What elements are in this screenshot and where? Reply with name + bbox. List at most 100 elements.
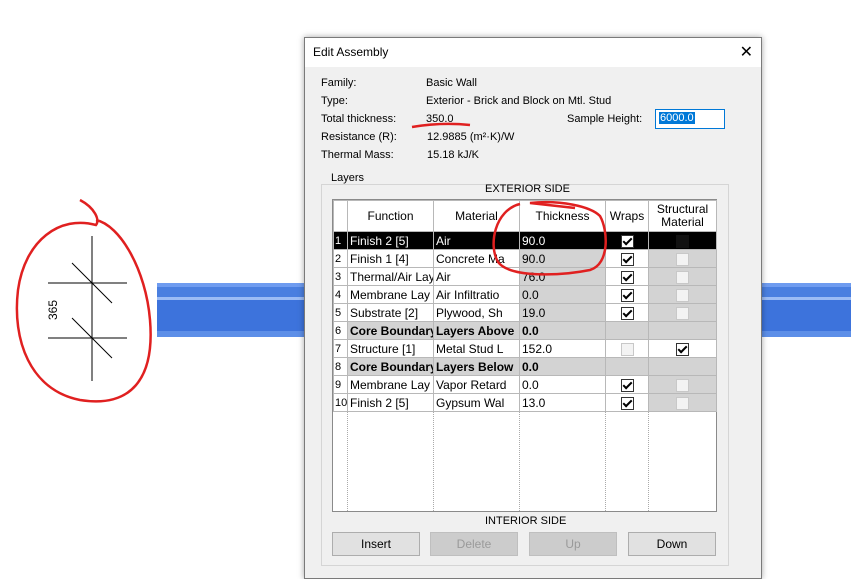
material-cell[interactable]: Gypsum Wal [433, 393, 520, 412]
thickness-cell[interactable]: 19.0 [519, 303, 606, 322]
structural-checkbox[interactable] [676, 396, 689, 410]
thickness-cell[interactable]: 152.0 [519, 339, 606, 358]
interior-side-label: INTERIOR SIDE [485, 515, 567, 527]
thickness-cell[interactable]: 90.0 [519, 231, 606, 250]
material-cell[interactable]: Plywood, Sh [433, 303, 520, 322]
wraps-checkbox-checked[interactable] [620, 270, 634, 284]
col-structural-header[interactable]: Structural Material [648, 200, 717, 232]
wraps-checkbox-checked[interactable] [620, 378, 634, 392]
col-function-header[interactable]: Function [347, 200, 434, 232]
material-cell[interactable]: Air Infiltratio [433, 285, 520, 304]
total-thickness-label: Total thickness: [321, 113, 397, 125]
function-cell[interactable]: Finish 2 [5] [347, 231, 434, 250]
wraps-cell[interactable] [605, 303, 649, 322]
table-row[interactable]: 10 Finish 2 [5] Gypsum Wal 13.0 [333, 393, 717, 412]
structural-checkbox[interactable] [676, 234, 689, 248]
structural-checkbox-checked[interactable] [676, 342, 689, 356]
thickness-cell[interactable]: 0.0 [519, 321, 606, 340]
structural-checkbox[interactable] [676, 306, 689, 320]
structural-cell[interactable] [648, 339, 717, 358]
table-row[interactable]: 1 Finish 2 [5] Air 90.0 [333, 231, 717, 250]
col-material-header[interactable]: Material [433, 200, 520, 232]
function-cell[interactable]: Thermal/Air Lay [347, 267, 434, 286]
close-icon[interactable]: ✕ [740, 42, 753, 62]
structural-cell[interactable] [648, 393, 717, 412]
resistance-value: 12.9885 (m²·K)/W [427, 131, 515, 143]
wraps-cell[interactable] [605, 339, 649, 358]
function-cell[interactable]: Core Boundary [347, 357, 434, 376]
wraps-checkbox-checked[interactable] [620, 234, 634, 248]
thickness-cell[interactable]: 0.0 [519, 285, 606, 304]
col-thickness-header[interactable]: Thickness [519, 200, 606, 232]
table-row[interactable]: 6 Core Boundary Layers Above 0.0 [333, 321, 717, 340]
structural-cell[interactable] [648, 285, 717, 304]
row-number: 10 [333, 393, 348, 412]
function-cell[interactable]: Membrane Lay [347, 285, 434, 304]
layers-table[interactable]: Function Material Thickness Wraps Struct… [332, 199, 717, 512]
structural-cell[interactable] [648, 357, 717, 376]
wraps-cell[interactable] [605, 357, 649, 376]
row-number: 6 [333, 321, 348, 340]
material-cell[interactable]: Vapor Retard [433, 375, 520, 394]
insert-button[interactable]: Insert [332, 532, 420, 556]
thickness-cell[interactable]: 13.0 [519, 393, 606, 412]
structural-checkbox[interactable] [676, 270, 689, 284]
wraps-checkbox-checked[interactable] [620, 306, 634, 320]
wraps-cell[interactable] [605, 375, 649, 394]
wraps-cell[interactable] [605, 393, 649, 412]
col-wraps-header[interactable]: Wraps [605, 200, 649, 232]
table-row[interactable]: 4 Membrane Lay Air Infiltratio 0.0 [333, 285, 717, 304]
type-value: Exterior - Brick and Block on Mtl. Stud [426, 95, 612, 107]
wraps-checkbox[interactable] [620, 342, 634, 356]
up-button[interactable]: Up [529, 532, 617, 556]
thickness-cell[interactable]: 0.0 [519, 357, 606, 376]
type-label: Type: [321, 95, 348, 107]
table-row[interactable]: 7 Structure [1] Metal Stud L 152.0 [333, 339, 717, 358]
wraps-checkbox-checked[interactable] [620, 396, 634, 410]
function-cell[interactable]: Core Boundary [347, 321, 434, 340]
material-cell[interactable]: Layers Above [433, 321, 520, 340]
structural-cell[interactable] [648, 321, 717, 340]
function-cell[interactable]: Structure [1] [347, 339, 434, 358]
table-row[interactable]: 3 Thermal/Air Lay Air 76.0 [333, 267, 717, 286]
structural-cell[interactable] [648, 231, 717, 250]
material-cell[interactable]: Air [433, 231, 520, 250]
material-cell[interactable]: Metal Stud L [433, 339, 520, 358]
material-cell[interactable]: Air [433, 267, 520, 286]
row-number: 3 [333, 267, 348, 286]
thickness-cell[interactable]: 76.0 [519, 267, 606, 286]
wraps-cell[interactable] [605, 321, 649, 340]
row-number: 8 [333, 357, 348, 376]
row-number: 1 [333, 231, 348, 250]
table-row[interactable]: 5 Substrate [2] Plywood, Sh 19.0 [333, 303, 717, 322]
structural-checkbox[interactable] [676, 252, 689, 266]
down-button[interactable]: Down [628, 532, 716, 556]
function-cell[interactable]: Substrate [2] [347, 303, 434, 322]
structural-checkbox[interactable] [676, 288, 689, 302]
table-row[interactable]: 2 Finish 1 [4] Concrete Ma 90.0 [333, 249, 717, 268]
structural-cell[interactable] [648, 267, 717, 286]
wraps-checkbox-checked[interactable] [620, 252, 634, 266]
sample-height-input[interactable]: 6000.0 [655, 109, 725, 129]
delete-button[interactable]: Delete [430, 532, 518, 556]
material-cell[interactable]: Concrete Ma [433, 249, 520, 268]
structural-cell[interactable] [648, 375, 717, 394]
wraps-cell[interactable] [605, 249, 649, 268]
material-cell[interactable]: Layers Below [433, 357, 520, 376]
structural-checkbox[interactable] [676, 378, 689, 392]
structural-cell[interactable] [648, 249, 717, 268]
function-cell[interactable]: Finish 1 [4] [347, 249, 434, 268]
wraps-checkbox-checked[interactable] [620, 288, 634, 302]
resistance-label: Resistance (R): [321, 131, 397, 143]
function-cell[interactable]: Membrane Lay [347, 375, 434, 394]
wraps-cell[interactable] [605, 231, 649, 250]
table-row[interactable]: 8 Core Boundary Layers Below 0.0 [333, 357, 717, 376]
function-cell[interactable]: Finish 2 [5] [347, 393, 434, 412]
structural-cell[interactable] [648, 303, 717, 322]
thickness-cell[interactable]: 0.0 [519, 375, 606, 394]
wraps-cell[interactable] [605, 285, 649, 304]
table-row[interactable]: 9 Membrane Lay Vapor Retard 0.0 [333, 375, 717, 394]
wraps-cell[interactable] [605, 267, 649, 286]
dialog-titlebar: Edit Assembly ✕ [305, 38, 761, 67]
thickness-cell[interactable]: 90.0 [519, 249, 606, 268]
